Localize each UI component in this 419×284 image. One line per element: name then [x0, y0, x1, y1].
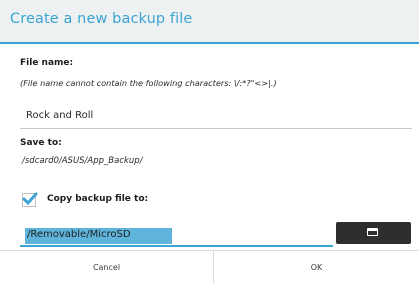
- copy-destination-underline: [20, 245, 333, 247]
- copy-destination-input[interactable]: /Removable/MicroSD: [20, 225, 333, 247]
- backup-dialog: Create a new backup file File name: (Fil…: [0, 0, 419, 284]
- dialog-title-bar: Create a new backup file: [0, 0, 419, 42]
- title-divider: [0, 42, 419, 44]
- dialog-title: Create a new backup file: [10, 11, 193, 27]
- copy-backup-checkbox[interactable]: [22, 192, 38, 207]
- cancel-button[interactable]: Cancel: [0, 251, 213, 284]
- browse-folder-button[interactable]: [336, 222, 411, 244]
- check-icon: [22, 192, 38, 206]
- ok-button[interactable]: OK: [214, 251, 419, 284]
- file-name-hint: (File name cannot contain the following …: [20, 78, 277, 88]
- copy-destination-value: /Removable/MicroSD: [27, 229, 131, 240]
- save-to-path: /sdcard0/ASUS/App_Backup/: [22, 156, 143, 166]
- save-to-label: Save to:: [20, 138, 62, 148]
- copy-backup-label[interactable]: Copy backup file to:: [47, 194, 148, 204]
- file-name-input[interactable]: Rock and Roll: [26, 110, 93, 121]
- file-name-underline: [20, 128, 412, 129]
- file-name-label: File name:: [20, 58, 74, 68]
- folder-icon: [367, 228, 378, 236]
